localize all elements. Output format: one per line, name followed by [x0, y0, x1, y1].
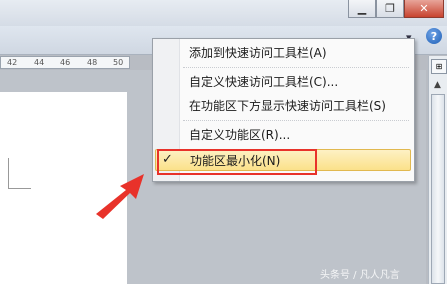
- watermark: 头条号 / 凡人凡言: [320, 270, 400, 281]
- annotation-arrow-icon: [96, 174, 144, 219]
